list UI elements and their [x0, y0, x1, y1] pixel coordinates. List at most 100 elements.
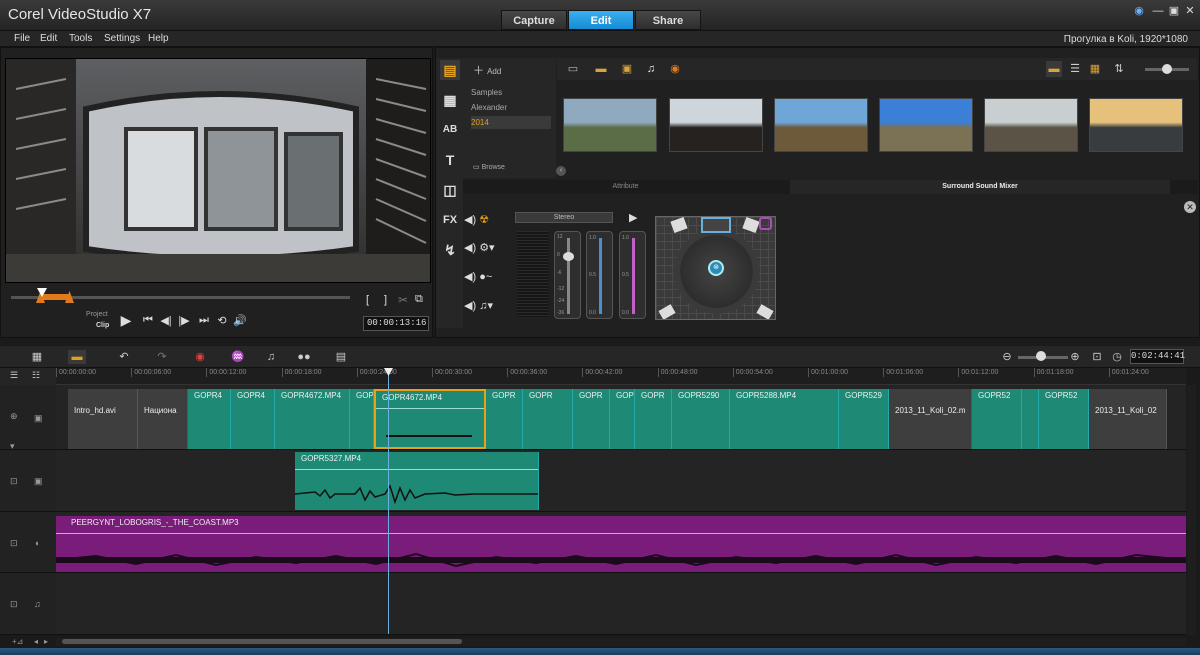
globe-icon[interactable]: ◉ [1131, 4, 1147, 18]
scroll-left-icon[interactable]: ◂ [34, 637, 38, 646]
undo-icon[interactable]: ↶ [115, 350, 133, 364]
mixer-track-overlay[interactable]: ◀) ⚙▾ [464, 241, 508, 263]
overlay-clip[interactable]: GOPR5327.MP4 [295, 452, 539, 510]
add-folder-button[interactable]: ＋ Add [473, 62, 501, 78]
play-button[interactable]: ▶ [118, 312, 134, 329]
motion-tracking-icon[interactable]: ●● [295, 350, 313, 364]
overlay-track[interactable]: GOPR5327.MP4 [56, 450, 1186, 512]
lock-icon[interactable]: ⊡ [10, 538, 18, 549]
sort-icon[interactable]: ⇅ [1111, 61, 1127, 77]
menu-file[interactable]: File [14, 33, 30, 44]
zoom-in-icon[interactable]: ⊕ [1066, 350, 1084, 364]
video-clip[interactable]: GOPR [350, 389, 374, 449]
tab-attribute[interactable]: Attribute [463, 180, 788, 194]
surround-position-knob[interactable]: ⊛ [708, 260, 724, 276]
tab-edit[interactable]: Edit [568, 10, 634, 30]
thumb-size-knob[interactable] [1162, 64, 1172, 74]
timeline-zoom-knob[interactable] [1036, 351, 1046, 361]
menu-edit[interactable]: Edit [40, 33, 57, 44]
video-clip[interactable]: GOPR [635, 389, 672, 449]
cut-icon[interactable]: ✂ [398, 293, 408, 307]
panel-divider[interactable] [0, 338, 1200, 346]
path-icon[interactable]: ↯ [440, 240, 460, 260]
timeline-view-icon[interactable]: ▬ [68, 350, 86, 364]
music-track-2[interactable] [56, 573, 1186, 635]
video-clip[interactable]: GOPR52 [972, 389, 1022, 449]
storyboard-view-icon[interactable]: ▦ [28, 350, 46, 364]
subtitle-editor-icon[interactable]: ▤ [332, 350, 350, 364]
video-clip[interactable]: GOPR [486, 389, 523, 449]
mixer-track-music[interactable]: ◀) ♫▾ [464, 299, 508, 321]
music-track-lane[interactable]: PEERGYNT_LOBOGRIS_-_THE_COAST.MP3 [56, 512, 1186, 573]
minimize-button[interactable]: — [1150, 4, 1166, 18]
mode-clip[interactable]: Clip [96, 322, 109, 329]
video-clip[interactable]: Национа [138, 389, 188, 449]
center-fader[interactable]: 1.0 0.5 0.0 [586, 231, 613, 319]
tab-share[interactable]: Share [635, 10, 701, 30]
video-clip[interactable]: GOPR4672.MP4 [275, 389, 350, 449]
lock-icon[interactable]: ⊡ [10, 476, 18, 487]
media-thumbnail[interactable] [984, 98, 1078, 152]
fx-icon[interactable]: FX [440, 210, 460, 230]
video-clip[interactable]: GOPR4 [188, 389, 231, 449]
title-icon[interactable]: T [440, 150, 460, 170]
mixer-track-video[interactable]: ◀) ☢ [464, 213, 508, 235]
volume-icon[interactable]: 🔊 [232, 314, 248, 327]
scrollbar-thumb[interactable] [62, 639, 462, 644]
video-clip[interactable]: GOPR4 [231, 389, 275, 449]
voice-track-header[interactable]: ⊡ ◖ [0, 512, 56, 573]
mark-in-button[interactable]: [ [366, 294, 369, 306]
media-thumbnail[interactable] [879, 98, 973, 152]
end-button[interactable]: ⏭ [196, 314, 212, 327]
timecode-display[interactable]: 00:00:13:16 [363, 316, 429, 331]
tab-surround-sound-mixer[interactable]: Surround Sound Mixer [790, 180, 1170, 194]
mixer-play-button[interactable]: ▶ [629, 211, 637, 224]
video-clip[interactable] [1022, 389, 1039, 449]
video-clip[interactable]: GOPR [523, 389, 573, 449]
chapter-icon[interactable]: ☷ [32, 370, 40, 381]
video-clip[interactable]: GOPR52 [1039, 389, 1089, 449]
media-thumbnail[interactable] [563, 98, 657, 152]
speaker-icon[interactable]: ◀) [464, 271, 476, 283]
sub-fader[interactable]: 1.0 0.5 0.0 [619, 231, 646, 319]
graphic-icon[interactable]: ◫ [440, 180, 460, 200]
volume-fader[interactable]: 12 0 -6 -12 -24 -36 [554, 231, 581, 319]
vertical-scrollbar[interactable] [1187, 385, 1196, 635]
audio-filter-icon[interactable]: ♫ [643, 61, 659, 77]
folder-samples[interactable]: Samples [471, 86, 551, 99]
menu-settings[interactable]: Settings [104, 33, 140, 44]
next-frame-button[interactable]: |▶ [176, 314, 192, 327]
video-clip[interactable]: GOPR529 [839, 389, 889, 449]
video-clip[interactable]: GOPR5288.MP4 [730, 389, 839, 449]
home-button[interactable]: ⏮ [140, 314, 156, 327]
video-filter-icon[interactable]: ▬ [593, 61, 609, 77]
lock-icon[interactable]: ⊡ [10, 599, 18, 610]
fader-knob[interactable] [563, 252, 574, 261]
mark-out-button[interactable]: ] [384, 294, 387, 306]
speaker-icon[interactable]: ◀) [464, 300, 476, 312]
close-options-icon[interactable]: ✕ [1184, 201, 1196, 213]
folder-2014[interactable]: 2014 [471, 116, 551, 129]
timeline-ruler[interactable]: 00:00:00:00 00:00:06:00 00:00:12:00 00:00:1… [56, 368, 1186, 385]
restore-button[interactable]: ▣ [1166, 4, 1182, 18]
repeat-button[interactable]: ⟲ [214, 314, 230, 327]
horizontal-scrollbar[interactable] [56, 638, 1186, 646]
menu-tools[interactable]: Tools [69, 33, 92, 44]
add-track-icon[interactable]: +⊿ [12, 637, 23, 646]
mode-project[interactable]: Project [86, 311, 108, 318]
scroll-right-icon[interactable]: ▸ [44, 637, 48, 646]
surround-pad[interactable]: ⊛ [655, 216, 776, 320]
video-track-header[interactable]: ⊕ ▣ ▾ [0, 385, 56, 451]
folder-alexander[interactable]: Alexander [471, 101, 551, 114]
video-clip[interactable]: GOPR5290 [672, 389, 730, 449]
collapse-library-icon[interactable]: ‹ [556, 166, 566, 176]
video-clip[interactable]: GOPR [610, 389, 635, 449]
instant-project-icon[interactable]: ▦ [440, 90, 460, 110]
video-clip[interactable]: 2013_11_Koli_02 [1089, 389, 1167, 449]
media-thumbnail[interactable] [774, 98, 868, 152]
online-icon[interactable]: ◉ [667, 61, 683, 77]
media-thumbnail[interactable] [1089, 98, 1183, 152]
video-track[interactable]: Intro_hd.avi Национа GOPR4 GOPR4 GOPR4672.MP… [56, 385, 1186, 450]
overlay-track-header[interactable]: ⊡ ▣ [0, 450, 56, 512]
media-thumbnail[interactable] [669, 98, 763, 152]
